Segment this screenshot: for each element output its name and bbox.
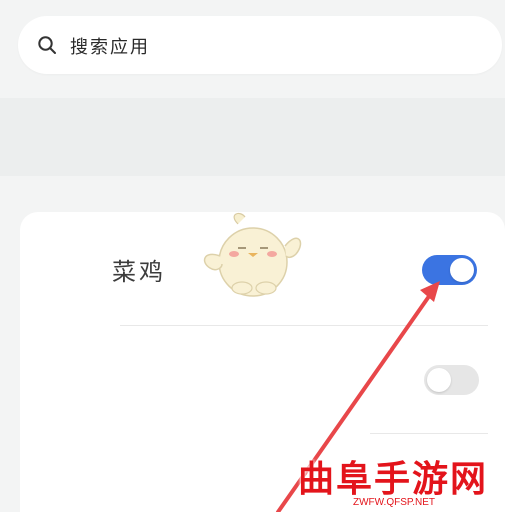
toggle-knob (450, 258, 474, 282)
chick-mascot-icon (203, 212, 302, 297)
search-placeholder: 搜索应用 (70, 37, 150, 58)
watermark-url: ZWFW.QFSP.NET (353, 497, 436, 508)
app-screen: 搜索应用 菜鸡 曲阜手游网 ZWFW.QFSP.NET (0, 0, 505, 512)
app-toggle-off[interactable] (424, 365, 479, 395)
search-bar[interactable]: 搜索应用 (18, 16, 502, 74)
toggle-knob (427, 368, 451, 392)
blank-section (0, 98, 505, 176)
divider (120, 325, 488, 326)
watermark-title: 曲阜手游网 (298, 458, 489, 500)
app-name: 菜鸡 (112, 258, 166, 286)
divider (370, 433, 488, 434)
search-icon (38, 36, 56, 54)
app-toggle-on[interactable] (422, 255, 477, 285)
